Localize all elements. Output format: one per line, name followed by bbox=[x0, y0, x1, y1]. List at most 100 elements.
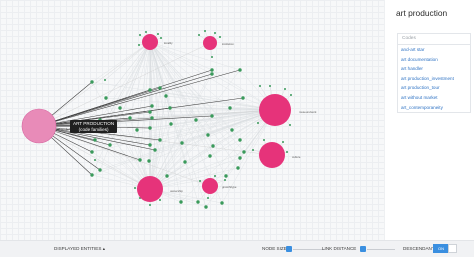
leaf-node bbox=[138, 44, 140, 46]
leaf-node bbox=[214, 175, 216, 177]
leaf-node bbox=[252, 149, 254, 151]
leaf-node bbox=[153, 148, 157, 152]
leaf-node bbox=[179, 200, 183, 204]
leaf-node bbox=[259, 85, 261, 87]
slider-knob[interactable] bbox=[286, 246, 292, 252]
graph-edge bbox=[104, 41, 151, 81]
node-label: growth/type bbox=[222, 185, 237, 189]
leaf-node bbox=[206, 133, 210, 137]
leaf-node bbox=[164, 94, 168, 98]
leaf-node bbox=[204, 205, 208, 209]
leaf-node bbox=[282, 141, 284, 143]
code-link[interactable]: art_contemporaneity bbox=[398, 103, 470, 113]
code-link[interactable]: art without market bbox=[398, 93, 470, 103]
leaf-node bbox=[183, 160, 187, 164]
leaf-node bbox=[230, 128, 234, 132]
graph-edge bbox=[149, 41, 213, 71]
leaf-node bbox=[207, 197, 209, 199]
codes-list: Codes and-art star art documentation art… bbox=[397, 33, 471, 114]
leaf-node bbox=[108, 143, 112, 147]
leaf-node bbox=[148, 126, 152, 130]
leaf-node bbox=[208, 154, 212, 158]
graph-edge bbox=[38, 42, 211, 127]
caret-up-icon: ▴ bbox=[102, 245, 105, 251]
leaf-node bbox=[210, 68, 214, 72]
graph-edge bbox=[149, 115, 213, 190]
leaf-node bbox=[238, 138, 242, 142]
leaf-node bbox=[210, 72, 214, 76]
descendants-toggle-on[interactable]: ON bbox=[433, 244, 449, 253]
code-family-node bbox=[137, 176, 163, 202]
leaf-node bbox=[198, 34, 200, 36]
leaf-node bbox=[150, 104, 154, 108]
leaf-node bbox=[224, 174, 228, 178]
tooltip-subtitle: (code families) bbox=[78, 126, 109, 132]
leaf-node bbox=[134, 187, 136, 189]
code-link[interactable]: and-art star bbox=[398, 45, 470, 55]
graph-edge bbox=[129, 41, 151, 119]
leaf-node bbox=[228, 106, 232, 110]
leaf-node bbox=[90, 80, 94, 84]
leaf-node bbox=[219, 36, 221, 38]
slider-track[interactable] bbox=[293, 248, 325, 250]
graph-edge bbox=[38, 41, 151, 127]
node-label: museum/work bbox=[299, 110, 317, 114]
leaf-node bbox=[220, 201, 224, 205]
leaf-node bbox=[98, 168, 102, 172]
leaf-node bbox=[214, 32, 216, 34]
code-link[interactable]: art handler bbox=[398, 64, 470, 74]
leaf-node bbox=[150, 116, 154, 120]
leaf-node bbox=[139, 34, 141, 36]
link-distance-label: LINK DISTANCE bbox=[322, 245, 357, 251]
leaf-node bbox=[138, 158, 142, 162]
codes-header: Codes bbox=[398, 34, 470, 45]
leaf-node bbox=[148, 143, 152, 147]
leaf-node bbox=[180, 141, 184, 145]
code-link[interactable]: art production_investment bbox=[398, 74, 470, 84]
leaf-node bbox=[224, 179, 226, 181]
leaf-node bbox=[149, 204, 151, 206]
leaf-node bbox=[165, 174, 169, 178]
leaf-node bbox=[194, 118, 198, 122]
descendants-toggle-off[interactable] bbox=[448, 244, 457, 253]
leaf-node bbox=[148, 88, 152, 92]
leaf-node bbox=[158, 86, 162, 90]
node-label: institution bbox=[222, 42, 234, 46]
code-family-node bbox=[202, 178, 218, 194]
slider-track[interactable] bbox=[367, 248, 395, 250]
displayed-entities-label: DISPLAYED ENTITIES bbox=[54, 245, 102, 251]
code-link[interactable]: art production_tour bbox=[398, 83, 470, 93]
leaf-node bbox=[104, 96, 108, 100]
leaf-node bbox=[145, 31, 147, 33]
leaf-node bbox=[168, 106, 172, 110]
leaf-node bbox=[241, 96, 245, 100]
leaf-node bbox=[118, 106, 122, 110]
leaf-node bbox=[242, 150, 246, 154]
code-family-node bbox=[142, 34, 158, 50]
leaf-node bbox=[90, 150, 94, 154]
selected-entity-title: art production bbox=[396, 8, 448, 18]
leaf-node bbox=[158, 138, 162, 142]
leaf-node bbox=[286, 151, 288, 153]
leaf-node bbox=[210, 114, 214, 118]
graph-edge bbox=[149, 41, 231, 109]
leaf-node bbox=[289, 124, 291, 126]
leaf-node bbox=[199, 180, 201, 182]
code-link[interactable]: art documentation bbox=[398, 55, 470, 65]
leaf-node bbox=[211, 144, 215, 148]
graph-edge bbox=[149, 41, 183, 144]
leaf-node bbox=[204, 30, 206, 32]
node-size-label: NODE SIZE bbox=[262, 245, 287, 251]
node-label: culture bbox=[292, 155, 301, 159]
tooltip-title: ART PRODUCTION bbox=[73, 121, 115, 126]
graph-canvas[interactable]: locality institution museum/work culture own… bbox=[0, 0, 384, 240]
leaf-node bbox=[269, 85, 271, 87]
node-label: ownership bbox=[170, 189, 183, 193]
leaf-node bbox=[238, 156, 242, 160]
graph-edge bbox=[165, 95, 276, 111]
network-graph[interactable]: locality institution museum/work culture own… bbox=[0, 0, 384, 240]
displayed-entities-dropdown[interactable]: DISPLAYED ENTITIES ▴ bbox=[54, 246, 105, 252]
leaf-node bbox=[128, 116, 132, 120]
slider-knob[interactable] bbox=[360, 246, 366, 252]
leaf-node bbox=[196, 200, 200, 204]
